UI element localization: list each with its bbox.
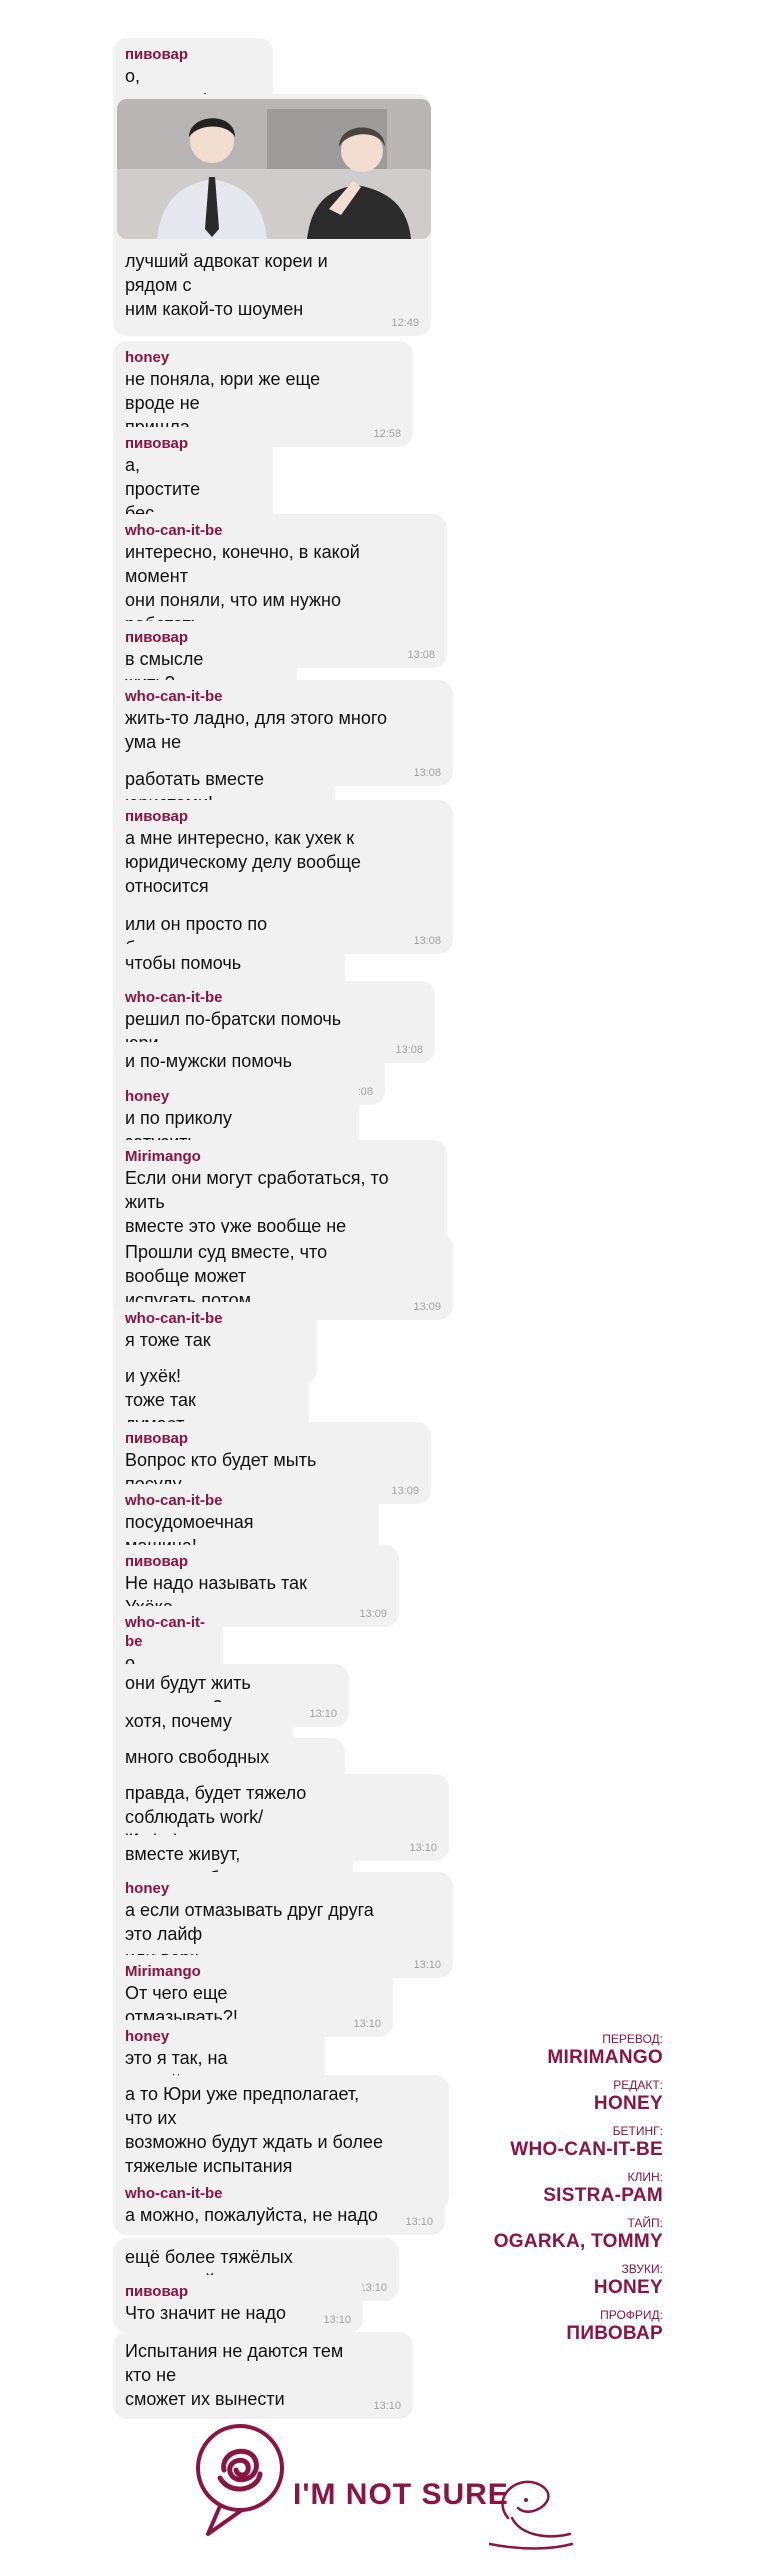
message-sender: who-can-it-be — [125, 522, 223, 539]
credit-name: HONEY — [593, 2277, 663, 2298]
message-sender: who-can-it-be — [125, 688, 223, 705]
credits-block: ПЕРЕВОД: MIRIMANGO РЕДАКТ: HONEY БЕТИНГ: WHO-… — [494, 2024, 663, 2346]
message-sender: Mirimango — [125, 1963, 201, 1980]
credit-name: HONEY — [593, 2093, 663, 2114]
message-time: 13:10 — [373, 2400, 401, 2412]
credit-role: КЛИН: — [627, 2170, 664, 2184]
message-text: Испытания не даются тем кто не сможет их… — [125, 2341, 344, 2409]
message-bubble[interactable]: Испытания не даются тем кто не сможет их… — [113, 2332, 413, 2419]
message-time: 13:10 — [309, 1708, 337, 1720]
message-sender: пивовар — [125, 46, 188, 63]
credit-role: БЕТИНГ: — [612, 2124, 663, 2138]
message-time: 13:08 — [413, 767, 441, 779]
message-time: 13:10 — [405, 2216, 433, 2228]
message-time: 13:09 — [391, 1485, 419, 1497]
message-time: 13:10 — [323, 2314, 351, 2326]
message-bubble[interactable]: who-can-it-be а можно, пожалуйста, не над… — [113, 2177, 445, 2235]
message-time: 13:10 — [413, 1959, 441, 1971]
message-text: лучший адвокат кореи и рядом с ним какой… — [125, 251, 328, 319]
message-time: 13:10 — [359, 2282, 387, 2294]
message-sender: пивовар — [125, 629, 188, 646]
credit-role: ТАЙП: — [627, 2216, 663, 2230]
credit-name: OGARKA, TOMMY — [493, 2231, 663, 2252]
message-sender: Mirimango — [125, 1148, 201, 1165]
message-sender: who-can-it-be — [125, 2185, 223, 2202]
message-sender: пивовар — [125, 1430, 188, 1447]
message-text: а можно, пожалуйста, не надо — [125, 2205, 378, 2225]
message-sender: honey — [125, 349, 170, 366]
message-text: Что значит не надо — [125, 2303, 286, 2323]
credit-name: MIRIMANGO — [547, 2047, 663, 2068]
message-sender: пивовар — [125, 2283, 188, 2300]
message-sender: пивовар — [125, 1553, 188, 1570]
message-sender: honey — [125, 1088, 170, 1105]
message-sender: who-can-it-be — [125, 1614, 205, 1650]
message-bubble[interactable]: лучший адвокат кореи и рядом с ним какой… — [113, 94, 431, 336]
message-time: 13:09 — [413, 1301, 441, 1313]
message-sender: who-can-it-be — [125, 989, 223, 1006]
message-photo[interactable] — [117, 99, 431, 239]
credit-role: ЗВУКИ: — [621, 2262, 663, 2276]
message-time: 13:08 — [407, 649, 435, 661]
credit-role: ПРОФРИД: — [600, 2308, 663, 2322]
message-time: 13:10 — [353, 2018, 381, 2030]
message-time: 12:49 — [391, 317, 419, 329]
team-logo: I'M NOT SURE — [190, 2416, 610, 2560]
credit-name: WHO-CAN-IT-BE — [510, 2139, 663, 2160]
message-bubble[interactable]: пивовар Что значит не надо 13:10 — [113, 2275, 363, 2333]
credit-role: ПЕРЕВОД: — [602, 2032, 663, 2046]
message-sender: пивовар — [125, 808, 188, 825]
credit-name: SISTRA-PAM — [543, 2185, 663, 2206]
message-sender: who-can-it-be — [125, 1492, 223, 1509]
message-time: 13:08 — [413, 935, 441, 947]
message-time: 13:09 — [359, 1608, 387, 1620]
message-time: 13:10 — [409, 1842, 437, 1854]
logo-title: I'M NOT SURE — [293, 2478, 509, 2511]
message-sender: honey — [125, 2028, 170, 2045]
message-time: 13:08 — [395, 1044, 423, 1056]
credit-name: ПИВОВАР — [566, 2323, 663, 2344]
message-sender: who-can-it-be — [125, 1310, 223, 1327]
message-sender: honey — [125, 1880, 170, 1897]
message-time: 12:58 — [373, 428, 401, 440]
credit-role: РЕДАКТ: — [613, 2078, 663, 2092]
message-sender: пивовар — [125, 435, 188, 452]
